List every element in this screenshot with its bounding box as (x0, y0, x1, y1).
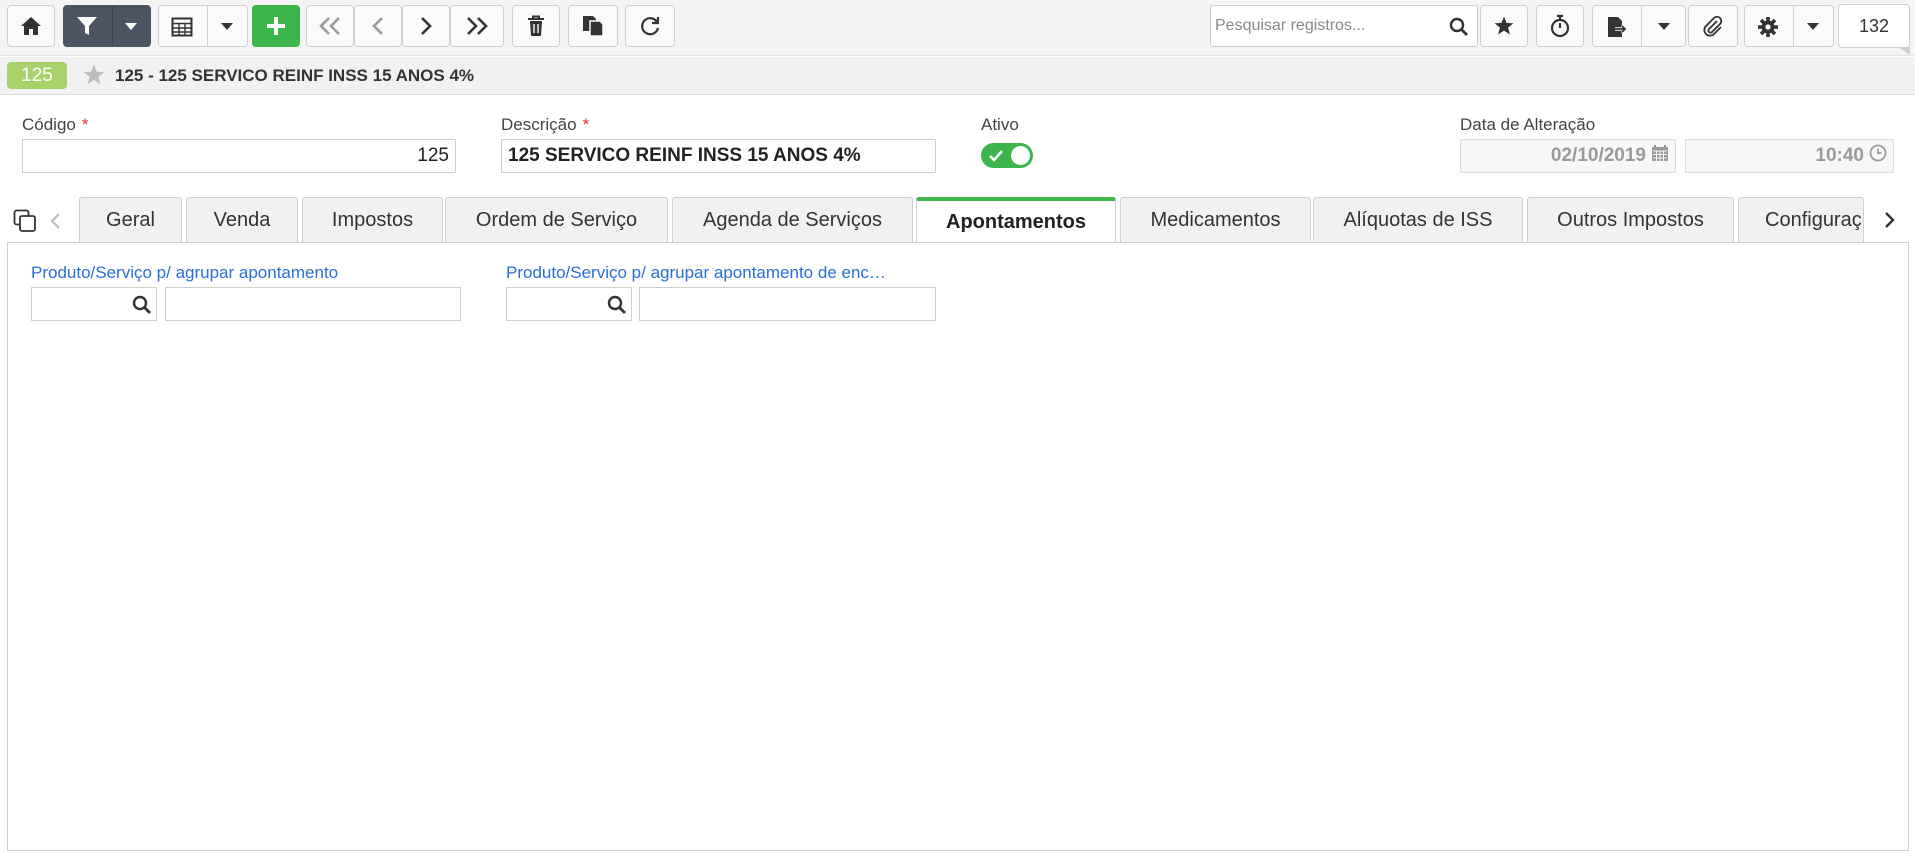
record-count-badge: 132 (1838, 4, 1910, 55)
refresh-button[interactable] (625, 5, 675, 47)
export-icon[interactable] (1607, 16, 1627, 38)
copy-icon (582, 15, 604, 37)
record-id-badge: 125 (7, 62, 67, 89)
calendar-icon (1651, 144, 1669, 168)
toggle-knob (1011, 146, 1030, 165)
descricao-label: Descrição * (501, 115, 590, 134)
tab-ordem-de-servico[interactable]: Ordem de Serviço (445, 197, 668, 243)
agrupar-apontamento-encerramento-description-input[interactable] (639, 287, 936, 321)
apontamentos-panel (7, 242, 1909, 851)
agrupar-apontamento-encerramento-label[interactable]: Produto/Serviço p/ agrupar apontamento d… (506, 263, 886, 283)
agrupar-apontamento-encerramento-code-input[interactable] (506, 287, 632, 321)
previous-record-button[interactable] (354, 5, 402, 47)
caret-down-icon[interactable] (221, 23, 233, 31)
caret-down-icon[interactable] (1658, 23, 1670, 31)
tabs-scroll-right-icon[interactable] (1884, 211, 1896, 234)
main-toolbar: 132 (0, 0, 1915, 56)
time-value: 10:40 (1815, 145, 1864, 166)
record-title: 125 - 125 SERVICO REINF INSS 15 ANOS 4% (115, 66, 475, 85)
favorites-button[interactable] (1480, 5, 1528, 47)
search-icon[interactable] (1449, 17, 1469, 42)
search-icon[interactable] (132, 295, 152, 320)
tab-geral[interactable]: Geral (79, 197, 182, 243)
search-records (1210, 5, 1478, 47)
table-icon[interactable] (171, 17, 193, 37)
table-view-button-group (158, 5, 248, 47)
tabs-scroll-left-icon[interactable] (49, 212, 61, 235)
trash-icon (527, 15, 545, 37)
home-button[interactable] (7, 5, 55, 47)
clock-icon (1869, 144, 1887, 168)
search-icon[interactable] (607, 295, 627, 320)
double-chevron-left-icon (318, 16, 342, 36)
agrupar-apontamento-description-input[interactable] (165, 287, 461, 321)
hora-alteracao-field: 10:40 (1685, 139, 1894, 173)
codigo-field[interactable]: 125 (22, 139, 456, 173)
timer-button[interactable] (1536, 5, 1584, 47)
export-button-group (1592, 5, 1686, 47)
tab-outros-impostos[interactable]: Outros Impostos (1527, 197, 1734, 243)
tab-venda[interactable]: Venda (186, 197, 298, 243)
duplicate-tabs-icon[interactable] (13, 209, 37, 238)
tab-impostos[interactable]: Impostos (302, 197, 443, 243)
next-record-button[interactable] (402, 5, 450, 47)
caret-down-icon[interactable] (1807, 23, 1819, 31)
data-alteracao-field: 02/10/2019 (1460, 139, 1676, 173)
delete-button[interactable] (512, 5, 560, 47)
attachments-button[interactable] (1688, 5, 1738, 47)
codigo-label: Código * (22, 115, 89, 134)
tab-medicamentos[interactable]: Medicamentos (1120, 197, 1311, 243)
paperclip-icon (1702, 15, 1724, 37)
filter-button-group (63, 5, 151, 47)
tab-agenda-de-servicos[interactable]: Agenda de Serviços (672, 197, 913, 243)
agrupar-apontamento-code-input[interactable] (31, 287, 157, 321)
last-record-button[interactable] (450, 5, 504, 47)
search-input[interactable] (1211, 6, 1441, 46)
tab-configuracoes[interactable]: Configuraç (1738, 197, 1864, 243)
chevron-left-icon (371, 16, 385, 36)
date-value: 02/10/2019 (1550, 145, 1646, 166)
stopwatch-icon (1549, 14, 1571, 38)
caret-down-icon[interactable] (125, 23, 137, 31)
required-mark: * (582, 115, 590, 134)
favorite-star-icon[interactable] (81, 63, 107, 92)
data-alteracao-label: Data de Alteração (1460, 115, 1596, 134)
first-record-button[interactable] (306, 5, 354, 47)
agrupar-apontamento-label[interactable]: Produto/Serviço p/ agrupar apontamento (31, 263, 338, 283)
required-mark: * (81, 115, 89, 134)
add-button[interactable] (252, 5, 300, 47)
descricao-field[interactable]: 125 SERVICO REINF INSS 15 ANOS 4% (501, 139, 936, 173)
settings-button-group (1744, 5, 1834, 47)
plus-icon (265, 15, 287, 37)
filter-icon[interactable] (76, 16, 98, 36)
gear-icon[interactable] (1757, 16, 1779, 38)
ativo-label: Ativo (981, 115, 1019, 134)
duplicate-button[interactable] (568, 5, 618, 47)
tab-apontamentos[interactable]: Apontamentos (916, 197, 1116, 244)
ativo-toggle[interactable] (981, 143, 1033, 168)
star-icon (1493, 15, 1515, 37)
refresh-icon (639, 15, 661, 37)
home-icon (20, 16, 42, 36)
double-chevron-right-icon (465, 16, 489, 36)
tab-aliquotas-de-iss[interactable]: Alíquotas de ISS (1313, 197, 1523, 243)
chevron-right-icon (419, 16, 433, 36)
record-header: 125 125 - 125 SERVICO REINF INSS 15 ANOS… (0, 57, 1915, 95)
check-icon (989, 149, 1003, 167)
